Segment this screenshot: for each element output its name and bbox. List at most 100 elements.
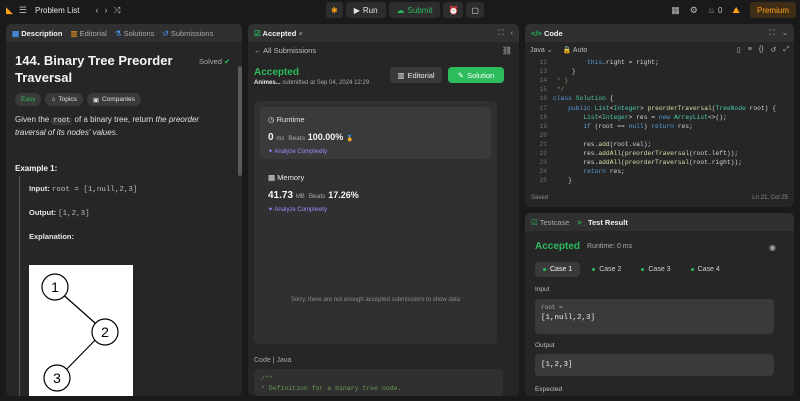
book-icon: ▥	[70, 28, 78, 38]
leetcode-logo-icon[interactable]: ◣	[6, 0, 13, 20]
code-line: res.addAll(preorderTraversal(root.left))…	[553, 150, 739, 157]
code-editor-panel: </> Code ⛶ ⌄ Java ⌄ 🔒 Auto ▯ ≡ {} ↺ ⤢ 12 …	[525, 24, 794, 207]
gear-icon[interactable]: ⚙	[690, 5, 698, 16]
description-tabs: ▤ Description ▥ Editorial ⚗ Solutions ↺ …	[6, 24, 242, 42]
debug-button[interactable]: ✱	[326, 2, 343, 18]
reset-icon[interactable]: ↺	[771, 46, 777, 54]
checkbox-icon: ☑	[531, 217, 538, 227]
auto-mode[interactable]: 🔒 Auto	[563, 46, 588, 54]
test-result-panel: ☑ Testcase >_ Test Result Accepted Runti…	[525, 213, 794, 396]
tab-testcase[interactable]: ☑ Testcase	[531, 218, 569, 227]
test-tab-header: ☑ Testcase >_ Test Result	[525, 213, 794, 231]
code-editor[interactable]: 12 this.right = right; 13 } 14 * } 15 */ 16 c…	[525, 57, 794, 189]
run-button[interactable]: ▶ Run	[345, 2, 386, 18]
user-name[interactable]: Animes...	[254, 80, 281, 86]
line-number: 19	[539, 122, 547, 130]
problem-list-link[interactable]: Problem List	[35, 6, 79, 15]
case-tab-3[interactable]: Case 3	[633, 262, 678, 277]
runtime-card[interactable]: ◷ Runtime 0 ms Beats 100.00% 🏅 ✦ Analyze …	[260, 107, 491, 159]
code-line: class Solution {	[553, 95, 614, 103]
arrow-left-icon: ←	[254, 46, 262, 55]
history-icon: ↺	[162, 28, 169, 38]
timer-button[interactable]: ⏰	[443, 2, 464, 18]
code-line: * }	[553, 77, 569, 85]
distribution-empty-message: Sorry, there are not enough accepted sub…	[290, 297, 461, 303]
expand-icon[interactable]: ⛶	[769, 28, 774, 38]
accepted-panel: ☑ Accepted × ⛶ ‹ ← All Submissions ⛓ Acce…	[248, 24, 519, 396]
tab-solutions[interactable]: ⚗ Solutions	[115, 29, 155, 38]
difficulty-chip[interactable]: Easy	[15, 93, 42, 106]
cloud-upload-icon: ☁	[396, 5, 405, 15]
fullscreen-icon[interactable]: ⤢	[783, 46, 789, 54]
case-tab-4[interactable]: Case 4	[683, 262, 728, 277]
notes-button[interactable]: ▢	[466, 2, 484, 18]
topics-chip[interactable]: ⌂ Topics	[45, 93, 83, 106]
submitted-code-preview: /** * Definition for a binary tree node.	[254, 369, 503, 396]
premium-button[interactable]: Premium	[749, 2, 796, 18]
line-number: 22	[539, 150, 547, 157]
format-icon[interactable]: ≡	[748, 46, 752, 54]
description-scrollbar[interactable]	[238, 66, 242, 176]
chevron-down-icon: ⌄	[546, 46, 553, 54]
tab-submissions[interactable]: ↺ Submissions	[162, 29, 213, 38]
solution-button[interactable]: ✎ Solution	[448, 67, 504, 83]
layout-icon[interactable]: ▦	[671, 5, 680, 16]
expand-icon[interactable]: ⛶	[498, 28, 503, 38]
case-tab-2[interactable]: Case 2	[584, 262, 629, 277]
rank-icon: 🏅	[346, 136, 354, 142]
play-icon: ▶	[353, 5, 360, 15]
editorial-button[interactable]: ▥ Editorial	[390, 67, 442, 83]
companies-chip[interactable]: ▣ Companies	[86, 93, 141, 106]
example-title: Example 1:	[15, 164, 58, 173]
chip-icon: ▦	[268, 173, 276, 182]
memory-card[interactable]: ▦ Memory 41.73 MB Beats 17.26% ✦ Analyze …	[260, 165, 491, 217]
shuffle-icon[interactable]: ⤨	[113, 0, 120, 20]
bug-icon: ✱	[331, 5, 338, 15]
input-box: root = [1,null,2,3]	[535, 299, 774, 334]
example-output: Output: [1,2,3]	[29, 208, 90, 218]
braces-icon[interactable]: {}	[759, 46, 764, 54]
close-icon[interactable]: ×	[298, 29, 302, 38]
language-select[interactable]: Java ⌄	[530, 46, 553, 54]
editor-status-bar: Saved Ln 21, Col 25	[531, 195, 788, 201]
solved-badge: Solved ✔	[199, 57, 231, 66]
example-explanation: Explanation:	[29, 232, 75, 241]
code-line: public List<Integer> preorderTraversal(T…	[568, 104, 777, 112]
terminal-icon: >_	[577, 217, 586, 227]
description-panel: ▤ Description ▥ Editorial ⚗ Solutions ↺ …	[6, 24, 242, 396]
line-number: 15	[539, 86, 547, 94]
line-number: 25	[539, 177, 547, 185]
line-number: 14	[539, 77, 547, 85]
list-icon: ☰	[18, 5, 27, 15]
code-line: this.right = right;	[587, 59, 659, 66]
analyze-complexity-link[interactable]: ✦ Analyze Complexity	[268, 206, 327, 213]
avatar[interactable]: ⛰	[732, 5, 740, 16]
prev-problem-icon[interactable]: ‹	[95, 0, 98, 20]
bookmark-icon[interactable]: ▯	[737, 46, 741, 54]
tab-editorial[interactable]: ▥ Editorial	[70, 29, 106, 38]
code-tab-header: </> Code ⛶ ⌄	[525, 24, 794, 42]
analyze-complexity-link[interactable]: ✦ Analyze Complexity	[268, 148, 327, 155]
submit-button[interactable]: ☁ Submit	[388, 2, 441, 18]
tab-accepted[interactable]: ☑ Accepted ×	[254, 29, 303, 38]
line-number: 23	[539, 159, 547, 167]
collapse-icon[interactable]: ‹	[511, 28, 514, 38]
eye-icon[interactable]: ◉	[769, 243, 776, 252]
line-number: 20	[539, 131, 547, 139]
output-box: [1,2,3]	[535, 354, 774, 376]
streak-counter[interactable]: ♨ 0	[708, 6, 723, 15]
case-tab-1[interactable]: Case 1	[535, 262, 581, 277]
line-number: 13	[539, 68, 547, 76]
expected-label: Expected	[535, 386, 563, 393]
code-line: res.addAll(preorderTraversal(root.right)…	[553, 159, 742, 167]
tab-test-result[interactable]: >_ Test Result	[577, 218, 628, 227]
tab-description[interactable]: ▤ Description	[12, 29, 62, 38]
output-label: Output	[535, 342, 555, 349]
link-icon[interactable]: ⛓	[502, 46, 512, 55]
all-submissions-link[interactable]: ← All Submissions	[254, 46, 316, 55]
collapse-icon[interactable]: ⌄	[782, 28, 788, 38]
line-number: 24	[539, 168, 547, 176]
tab-code[interactable]: </> Code	[531, 29, 563, 38]
line-number: 17	[539, 104, 547, 112]
next-problem-icon[interactable]: ›	[104, 0, 107, 20]
